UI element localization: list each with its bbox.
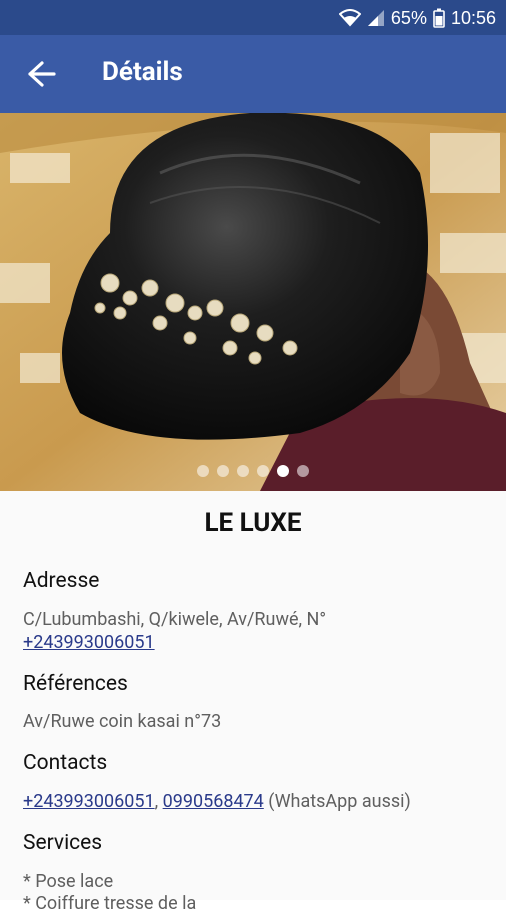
photo-carousel[interactable] — [0, 113, 506, 491]
service-item: * Coiffure tresse de la — [23, 893, 197, 914]
contacts-row: +243993006051, 0990568474 (WhatsApp auss… — [23, 791, 411, 812]
contact-phone-1[interactable]: +243993006051 — [23, 791, 155, 812]
references-heading: Références — [23, 672, 128, 696]
back-arrow-icon[interactable] — [22, 59, 58, 89]
battery-percent: 65% — [390, 7, 427, 28]
contact-note: (WhatsApp aussi) — [263, 791, 411, 812]
page-title: Détails — [102, 57, 183, 87]
address-phone-link[interactable]: +243993006051 — [23, 632, 155, 653]
clock: 10:56 — [450, 7, 496, 28]
services-heading: Services — [23, 831, 103, 855]
address-line: C/Lubumbashi, Q/kiwele, Av/Ruwé, N° — [23, 609, 327, 630]
shop-name: LE LUXE — [204, 508, 302, 538]
references-text: Av/Ruwe coin kasai n°73 — [23, 711, 222, 732]
carousel-dot[interactable] — [257, 465, 269, 477]
app-bar: Détails — [0, 35, 506, 113]
contacts-heading: Contacts — [23, 751, 108, 775]
address-phone-row: +243993006051 — [23, 632, 155, 653]
carousel-dot[interactable] — [217, 465, 229, 477]
carousel-dot[interactable] — [197, 465, 209, 477]
details-content: LE LUXE Adresse C/Lubumbashi, Q/kiwele, … — [0, 491, 506, 914]
contact-phone-2[interactable]: 0990568474 — [163, 791, 264, 812]
status-bar: 65% 10:56 — [0, 0, 506, 35]
carousel-dot[interactable] — [237, 465, 249, 477]
signal-icon — [367, 10, 384, 26]
carousel-dot[interactable] — [297, 465, 309, 477]
battery-icon — [433, 8, 445, 28]
service-item: * Pose lace — [23, 871, 114, 892]
contact-separator: , — [154, 791, 163, 812]
wifi-icon — [338, 9, 361, 27]
address-heading: Adresse — [23, 569, 100, 593]
carousel-indicator — [0, 465, 506, 477]
carousel-dot-active[interactable] — [277, 465, 289, 477]
hairstyle-photo — [0, 113, 506, 491]
